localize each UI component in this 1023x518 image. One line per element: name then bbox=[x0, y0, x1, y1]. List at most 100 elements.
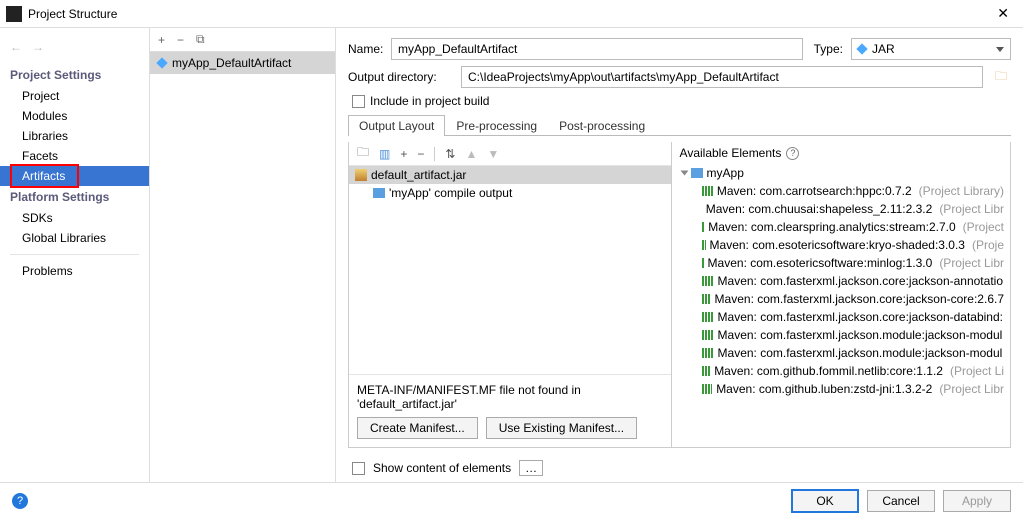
library-label: Maven: com.fasterxml.jackson.core:jackso… bbox=[715, 292, 1004, 306]
nav-item-problems[interactable]: Problems bbox=[0, 261, 149, 281]
library-label: Maven: com.fasterxml.jackson.module:jack… bbox=[718, 346, 1003, 360]
sort-icon[interactable]: ⇅ bbox=[445, 147, 455, 161]
library-item[interactable]: Maven: com.fasterxml.jackson.module:jack… bbox=[672, 326, 1010, 344]
library-icon bbox=[702, 258, 704, 268]
include-checkbox[interactable] bbox=[352, 95, 365, 108]
library-item[interactable]: Maven: com.fasterxml.jackson.core:jackso… bbox=[672, 290, 1010, 308]
library-item[interactable]: Maven: com.fasterxml.jackson.module:jack… bbox=[672, 344, 1010, 362]
name-input[interactable] bbox=[391, 38, 803, 60]
library-label: Maven: com.chuusai:shapeless_2.11:2.3.2 bbox=[706, 202, 933, 216]
library-label: Maven: com.fasterxml.jackson.core:jackso… bbox=[718, 274, 1003, 288]
library-item[interactable]: Maven: com.github.fommil.netlib:core:1.1… bbox=[672, 362, 1010, 380]
available-root[interactable]: myApp bbox=[672, 164, 1010, 182]
show-content-checkbox[interactable] bbox=[352, 462, 365, 475]
cancel-button[interactable]: Cancel bbox=[867, 490, 935, 512]
ok-button[interactable]: OK bbox=[791, 489, 859, 513]
library-icon bbox=[702, 294, 711, 304]
type-select[interactable]: JAR bbox=[851, 38, 1011, 60]
copy-icon[interactable]: ⧉ bbox=[196, 32, 205, 47]
library-label: Maven: com.github.fommil.netlib:core:1.1… bbox=[714, 364, 943, 378]
library-item[interactable]: Maven: com.esotericsoftware:minlog:1.3.0… bbox=[672, 254, 1010, 272]
nav-back-icon[interactable]: ← bbox=[10, 40, 22, 54]
app-icon bbox=[6, 6, 22, 22]
library-label: Maven: com.esotericsoftware:kryo-shaded:… bbox=[710, 238, 965, 252]
library-item[interactable]: Maven: com.fasterxml.jackson.core:jackso… bbox=[672, 272, 1010, 290]
tab-post-processing[interactable]: Post-processing bbox=[548, 115, 656, 136]
library-item[interactable]: Maven: com.fasterxml.jackson.core:jackso… bbox=[672, 308, 1010, 326]
nav-item-sdks[interactable]: SDKs bbox=[0, 208, 149, 228]
apply-button[interactable]: Apply bbox=[943, 490, 1011, 512]
artifacts-list: + − ⧉ myApp_DefaultArtifact bbox=[150, 28, 336, 482]
down-icon[interactable]: ▼ bbox=[487, 147, 499, 161]
library-item[interactable]: Maven: com.chuusai:shapeless_2.11:2.3.2(… bbox=[672, 200, 1010, 218]
jar-icon bbox=[355, 169, 367, 181]
library-scope: (Project Li bbox=[950, 364, 1004, 378]
minus-icon[interactable]: − bbox=[417, 147, 424, 161]
available-header-label: Available Elements bbox=[680, 146, 782, 160]
layout-root-label: default_artifact.jar bbox=[371, 168, 466, 182]
up-icon[interactable]: ▲ bbox=[465, 147, 477, 161]
artifact-list-item[interactable]: myApp_DefaultArtifact bbox=[150, 52, 335, 74]
library-icon bbox=[702, 222, 705, 232]
add-icon[interactable]: + bbox=[158, 33, 165, 47]
library-icon bbox=[702, 312, 714, 322]
name-label: Name: bbox=[348, 42, 383, 56]
library-item[interactable]: Maven: com.esotericsoftware:kryo-shaded:… bbox=[672, 236, 1010, 254]
library-label: Maven: com.fasterxml.jackson.core:jackso… bbox=[718, 310, 1003, 324]
library-scope: (Project Library) bbox=[919, 184, 1004, 198]
library-icon bbox=[702, 276, 714, 286]
close-icon[interactable]: ✕ bbox=[989, 5, 1017, 22]
nav-section-platform: Platform Settings bbox=[0, 186, 149, 208]
use-manifest-button[interactable]: Use Existing Manifest... bbox=[486, 417, 637, 439]
layout-child-label: 'myApp' compile output bbox=[389, 186, 512, 200]
outdir-input[interactable] bbox=[461, 66, 983, 88]
available-elements-panel: Available Elements ? myApp Maven: com.ca… bbox=[672, 142, 1010, 447]
remove-icon[interactable]: − bbox=[177, 33, 184, 47]
manifest-message: META-INF/MANIFEST.MF file not found in '… bbox=[357, 383, 663, 411]
tab-output-layout[interactable]: Output Layout bbox=[348, 115, 445, 136]
jar-type-icon bbox=[856, 43, 867, 54]
module-icon bbox=[373, 188, 385, 198]
library-item[interactable]: Maven: com.clearspring.analytics:stream:… bbox=[672, 218, 1010, 236]
create-manifest-button[interactable]: Create Manifest... bbox=[357, 417, 478, 439]
nav-forward-icon[interactable]: → bbox=[32, 40, 44, 54]
library-label: Maven: com.fasterxml.jackson.module:jack… bbox=[718, 328, 1003, 342]
library-label: Maven: com.clearspring.analytics:stream:… bbox=[708, 220, 955, 234]
library-scope: (Project bbox=[963, 220, 1004, 234]
library-icon bbox=[702, 186, 713, 196]
new-archive-icon[interactable]: ▥ bbox=[379, 147, 390, 161]
available-root-label: myApp bbox=[707, 166, 744, 180]
titlebar: Project Structure ✕ bbox=[0, 0, 1023, 28]
library-icon bbox=[702, 384, 713, 394]
nav-item-modules[interactable]: Modules bbox=[0, 106, 149, 126]
library-item[interactable]: Maven: com.github.luben:zstd-jni:1.3.2-2… bbox=[672, 380, 1010, 398]
nav-item-libraries[interactable]: Libraries bbox=[0, 126, 149, 146]
library-label: Maven: com.esotericsoftware:minlog:1.3.0 bbox=[708, 256, 933, 270]
tab-pre-processing[interactable]: Pre-processing bbox=[445, 115, 548, 136]
nav-item-global-libraries[interactable]: Global Libraries bbox=[0, 228, 149, 248]
type-label: Type: bbox=[811, 42, 843, 56]
library-icon bbox=[702, 366, 711, 376]
library-icon bbox=[702, 330, 714, 340]
output-layout-panel: 🗀 ▥ + − ⇅ ▲ ▼ default_artifact.jar bbox=[349, 142, 672, 447]
new-folder-icon[interactable]: 🗀 bbox=[357, 143, 369, 164]
chevron-down-icon[interactable] bbox=[680, 171, 688, 176]
nav-item-facets[interactable]: Facets bbox=[0, 146, 149, 166]
include-label: Include in project build bbox=[370, 94, 489, 108]
plus-icon[interactable]: + bbox=[400, 147, 407, 161]
module-folder-icon bbox=[691, 168, 703, 178]
detail-panel: Name: Type: JAR Output directory: 🗀 Incl… bbox=[336, 28, 1023, 482]
show-content-options-button[interactable]: … bbox=[519, 460, 543, 476]
nav-item-project[interactable]: Project bbox=[0, 86, 149, 106]
layout-tree-root[interactable]: default_artifact.jar bbox=[349, 166, 671, 184]
type-value: JAR bbox=[872, 42, 895, 56]
library-scope: (Project Libr bbox=[939, 382, 1004, 396]
browse-folder-icon[interactable]: 🗀 bbox=[991, 67, 1011, 88]
help-icon[interactable]: ? bbox=[786, 147, 799, 160]
library-label: Maven: com.github.luben:zstd-jni:1.3.2-2 bbox=[716, 382, 932, 396]
artifact-name: myApp_DefaultArtifact bbox=[172, 56, 291, 70]
library-item[interactable]: Maven: com.carrotsearch:hppc:0.7.2(Proje… bbox=[672, 182, 1010, 200]
nav-item-artifacts[interactable]: Artifacts bbox=[0, 166, 149, 186]
footer-help-icon[interactable]: ? bbox=[12, 493, 28, 509]
layout-tree-child[interactable]: 'myApp' compile output bbox=[349, 184, 671, 202]
